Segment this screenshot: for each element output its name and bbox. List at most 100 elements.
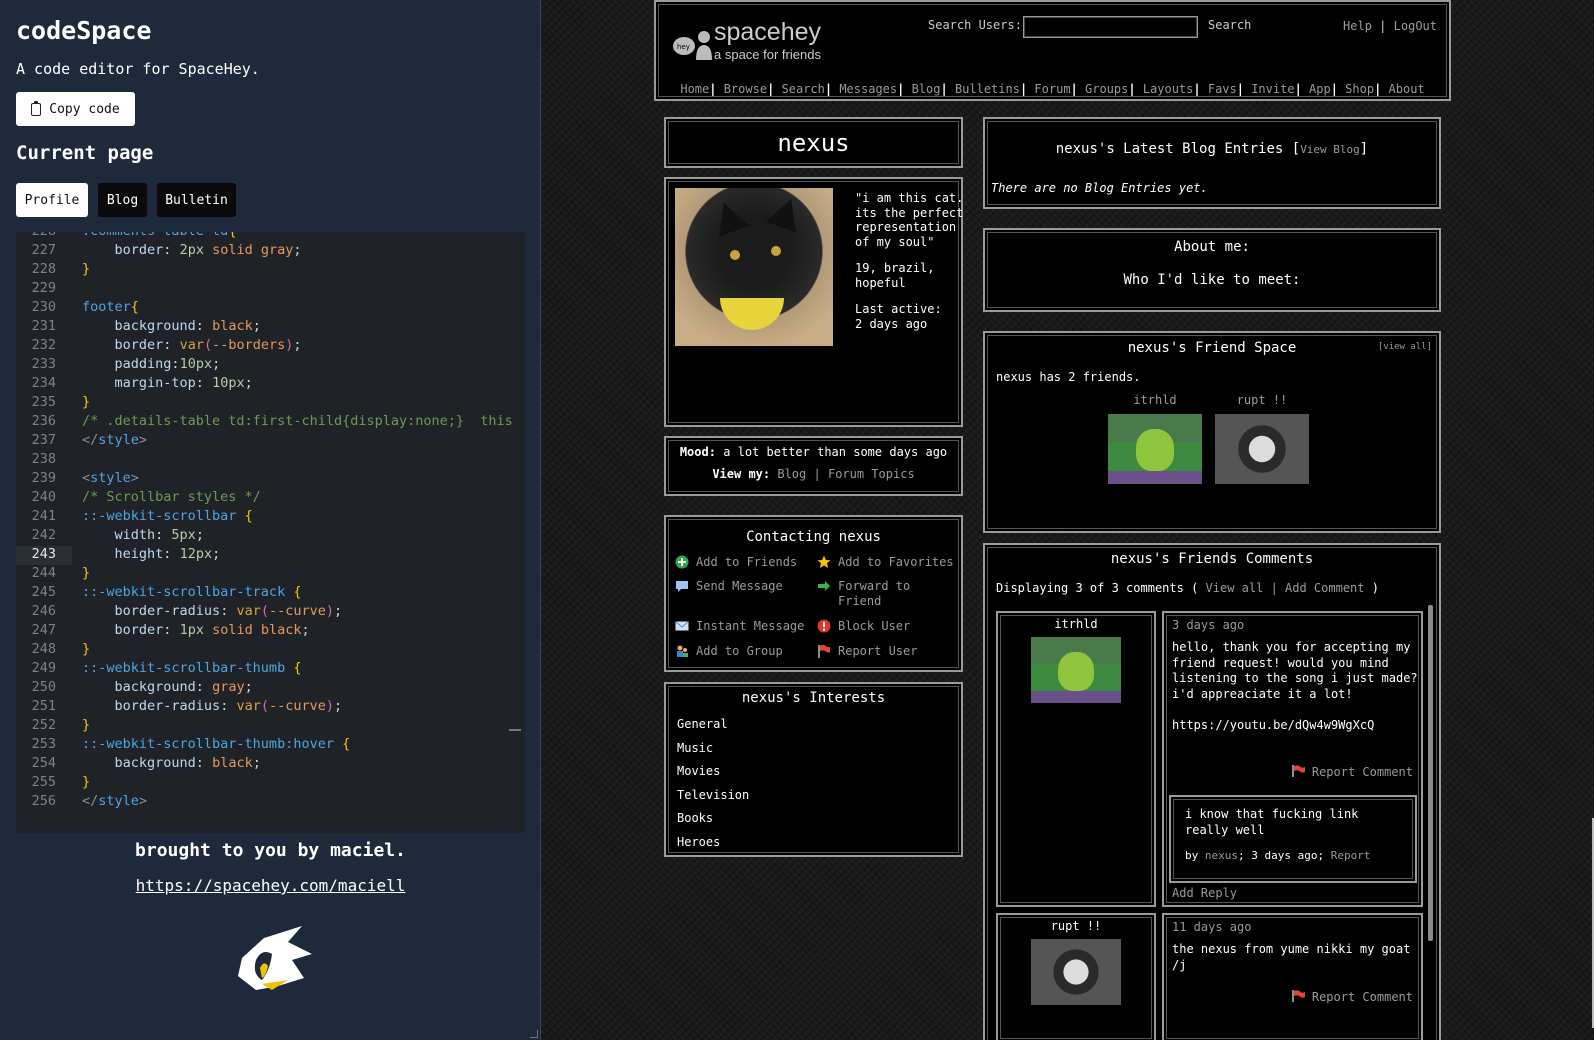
code-line[interactable]: 240 /* Scrollbar styles */	[16, 489, 525, 508]
friend-avatar[interactable]	[1108, 414, 1202, 484]
tab-blog[interactable]: Blog	[98, 183, 147, 217]
code-text[interactable]: }	[66, 717, 90, 736]
code-line[interactable]: 243 height: 12px;	[16, 546, 525, 565]
spacehey-logo[interactable]: hey spacehey a space for friends	[672, 18, 852, 64]
code-line[interactable]: 231 background: black;	[16, 318, 525, 337]
code-line[interactable]: 230 footer{	[16, 299, 525, 318]
code-line[interactable]: 229	[16, 280, 525, 299]
tab-profile[interactable]: Profile	[16, 183, 88, 217]
code-text[interactable]: .comments-table td{	[66, 232, 236, 242]
search-button[interactable]: Search	[1208, 18, 1251, 32]
code-text[interactable]: /* Scrollbar styles */	[66, 489, 261, 508]
code-line[interactable]: 256 </style>	[16, 793, 525, 812]
nav-messages[interactable]: Messages	[839, 82, 897, 96]
code-line[interactable]: 245::-webkit-scrollbar-track {	[16, 584, 525, 603]
nav-app[interactable]: App	[1309, 82, 1331, 96]
nav-forum[interactable]: Forum	[1034, 82, 1070, 96]
code-text[interactable]: border-radius: var(--curve);	[66, 603, 343, 622]
friend-name[interactable]: rupt !!	[1214, 393, 1310, 407]
nav-home[interactable]: Home	[680, 82, 709, 96]
code-text[interactable]	[66, 451, 82, 470]
code-text[interactable]: margin-top: 10px;	[66, 375, 253, 394]
tab-bulletin[interactable]: Bulletin	[157, 183, 236, 217]
code-line[interactable]: 252}	[16, 717, 525, 736]
code-line[interactable]: 254 background: black;	[16, 755, 525, 774]
code-text[interactable]: /* .details-table td:first-child{display…	[66, 413, 513, 432]
code-line[interactable]: 234 margin-top: 10px;	[16, 375, 525, 394]
code-line[interactable]: 235}	[16, 394, 525, 413]
code-text[interactable]: footer{	[66, 299, 139, 318]
code-scrollbar-marker[interactable]	[509, 729, 521, 731]
code-line[interactable]: 253::-webkit-scrollbar-thumb:hover {	[16, 736, 525, 755]
send-message-link[interactable]: Send Message	[675, 579, 783, 594]
view-blog-link[interactable]: View Blog	[1300, 143, 1360, 156]
code-text[interactable]: }	[66, 394, 90, 413]
comment-author[interactable]: itrhld	[998, 613, 1154, 703]
report-user-link[interactable]: Report User	[817, 644, 917, 659]
code-line[interactable]: 242 width: 5px;	[16, 527, 525, 546]
code-line[interactable]: 232 border: var(--borders);	[16, 337, 525, 356]
code-text[interactable]: width: 5px;	[66, 527, 204, 546]
search-users-input[interactable]	[1023, 16, 1198, 38]
code-text[interactable]: ::-webkit-scrollbar-thumb {	[66, 660, 301, 679]
comment-author-avatar[interactable]	[1031, 939, 1121, 1005]
code-text[interactable]: }	[66, 565, 90, 584]
code-text[interactable]: }	[66, 774, 90, 793]
help-link[interactable]: Help	[1343, 19, 1372, 33]
code-text[interactable]: background: black;	[66, 755, 261, 774]
nav-groups[interactable]: Groups	[1085, 82, 1128, 96]
reply-report-link[interactable]: Report	[1331, 849, 1371, 862]
code-line[interactable]: 251 border-radius: var(--curve);	[16, 698, 525, 717]
code-editor[interactable]: 228.comments-table td{227 border: 2px so…	[16, 232, 525, 833]
add-reply-link[interactable]: Add Reply	[1172, 886, 1237, 900]
add-comment-link[interactable]: Add Comment	[1285, 581, 1364, 595]
code-text[interactable]: <style>	[66, 470, 139, 489]
code-line[interactable]: 241::-webkit-scrollbar {	[16, 508, 525, 527]
code-text[interactable]: border-radius: var(--curve);	[66, 698, 343, 717]
code-text[interactable]: height: 12px;	[66, 546, 221, 565]
add-to-favorites-link[interactable]: Add to Favorites	[817, 555, 954, 570]
code-text[interactable]: border: var(--borders);	[66, 337, 302, 356]
comment-author-avatar[interactable]	[1031, 637, 1121, 703]
friend-card[interactable]: itrhld	[1107, 393, 1203, 484]
view-all-comments-link[interactable]: View all	[1206, 581, 1264, 595]
code-line[interactable]: 244}	[16, 565, 525, 584]
code-text[interactable]: background: gray;	[66, 679, 253, 698]
friend-avatar[interactable]	[1215, 414, 1309, 484]
nav-browse[interactable]: Browse	[724, 82, 767, 96]
profile-photo[interactable]	[675, 188, 833, 346]
code-text[interactable]: </style>	[66, 793, 147, 812]
code-line[interactable]: 236 /* .details-table td:first-child{disp…	[16, 413, 525, 432]
nav-bulletins[interactable]: Bulletins	[955, 82, 1020, 96]
copy-code-button[interactable]: Copy code	[16, 92, 135, 126]
nav-blog[interactable]: Blog	[912, 82, 941, 96]
code-line[interactable]: 228.comments-table td{	[16, 232, 525, 242]
code-line[interactable]: 246 border-radius: var(--curve);	[16, 603, 525, 622]
add-to-friends-link[interactable]: Add to Friends	[675, 555, 797, 570]
report-comment-link[interactable]: Report Comment	[1292, 765, 1413, 779]
instant-message-link[interactable]: Instant Message	[675, 619, 804, 634]
add-to-group-link[interactable]: Add to Group	[675, 644, 783, 659]
forum-topics-link[interactable]: Forum Topics	[828, 467, 915, 481]
resize-handle[interactable]	[530, 1030, 538, 1038]
nav-about[interactable]: About	[1389, 82, 1425, 96]
author-link[interactable]: https://spacehey.com/maciell	[0, 876, 540, 895]
forward-to-friend-link[interactable]: Forward to Friend	[817, 579, 957, 609]
friends-view-all-link[interactable]: [view all]	[1378, 342, 1432, 352]
nav-invite[interactable]: Invite	[1251, 82, 1294, 96]
report-comment-link[interactable]: Report Comment	[1292, 990, 1413, 1004]
code-line[interactable]: 255}	[16, 774, 525, 793]
reply-author-link[interactable]: nexus	[1205, 849, 1238, 862]
nav-shop[interactable]: Shop	[1345, 82, 1374, 96]
nav-favs[interactable]: Favs	[1208, 82, 1237, 96]
code-line[interactable]: 238	[16, 451, 525, 470]
code-text[interactable]: padding:10px;	[66, 356, 221, 375]
code-line[interactable]: 233 padding:10px;	[16, 356, 525, 375]
code-line[interactable]: 228}	[16, 261, 525, 280]
code-text[interactable]: </style>	[66, 432, 147, 451]
block-user-link[interactable]: Block User	[817, 619, 910, 634]
nav-search[interactable]: Search	[782, 82, 825, 96]
code-text[interactable]: ::-webkit-scrollbar {	[66, 508, 253, 527]
comment-author[interactable]: rupt !!	[998, 915, 1154, 1005]
friend-name[interactable]: itrhld	[1107, 393, 1203, 407]
